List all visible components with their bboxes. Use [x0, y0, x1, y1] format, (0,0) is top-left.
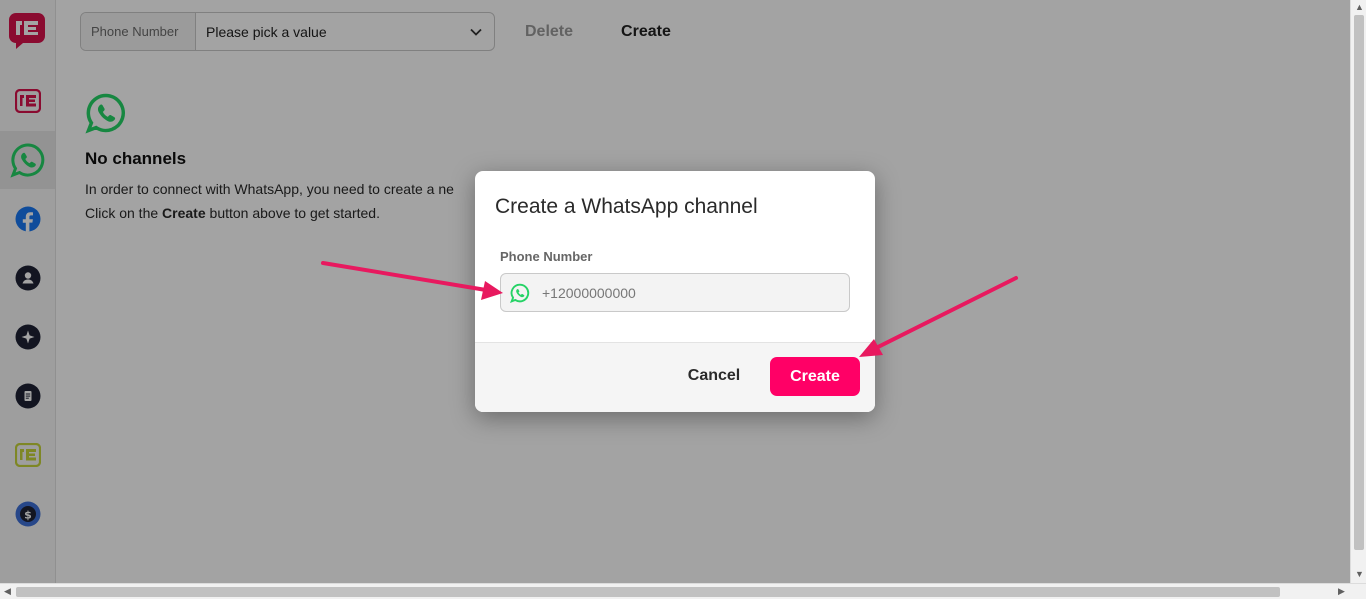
vertical-scrollbar[interactable]: ▲ ▼: [1350, 0, 1366, 583]
vertical-scroll-thumb[interactable]: [1354, 15, 1364, 550]
cancel-button[interactable]: Cancel: [674, 357, 754, 395]
whatsapp-icon: [510, 283, 530, 303]
modal-create-button[interactable]: Create: [770, 357, 860, 396]
phone-number-label: Phone Number: [500, 249, 593, 264]
horizontal-scroll-thumb[interactable]: [16, 587, 1280, 597]
scroll-up-icon[interactable]: ▲: [1355, 3, 1364, 12]
scroll-down-icon[interactable]: ▼: [1355, 570, 1364, 579]
phone-number-field[interactable]: [500, 273, 850, 312]
scroll-left-icon[interactable]: ◀: [4, 587, 11, 596]
scroll-right-icon[interactable]: ▶: [1338, 587, 1345, 596]
phone-number-input[interactable]: [542, 284, 832, 301]
modal-title: Create a WhatsApp channel: [495, 195, 758, 218]
create-channel-modal: Create a WhatsApp channel Phone Number C…: [475, 171, 875, 412]
horizontal-scrollbar[interactable]: ◀ ▶: [0, 583, 1366, 599]
